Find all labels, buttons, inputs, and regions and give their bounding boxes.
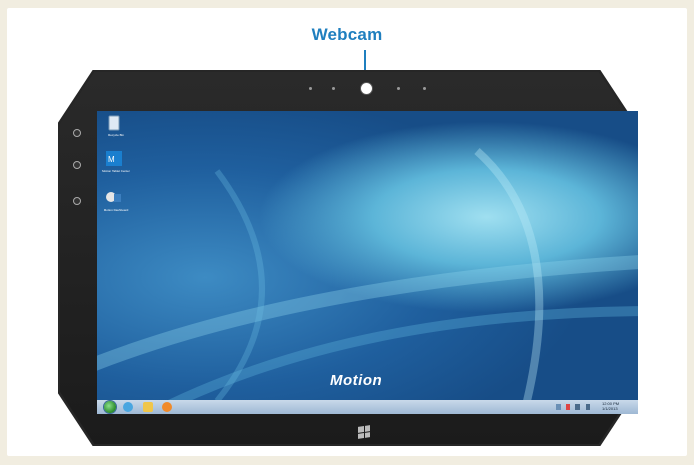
function-button[interactable] [73, 161, 81, 169]
svg-text:M: M [108, 155, 115, 164]
media-player-icon[interactable] [162, 402, 172, 412]
shortcut-icon[interactable] [103, 189, 125, 207]
desktop-screen: Recycle Bin M Motion Tablet Center Motio… [97, 111, 638, 414]
sensor-dot [397, 87, 400, 90]
tray-flag-icon[interactable] [566, 404, 570, 410]
windows-logo-pane [364, 425, 370, 432]
sensor-dot [309, 87, 312, 90]
sensor-dot [423, 87, 426, 90]
recycle-bin-icon[interactable] [103, 114, 125, 132]
windows-logo-pane [358, 432, 364, 439]
clock-date: 1/1/2013 [602, 406, 618, 411]
start-button[interactable] [104, 401, 116, 413]
tray-network-icon[interactable] [556, 404, 561, 410]
file-explorer-icon[interactable] [143, 402, 153, 412]
webcam-lens [361, 83, 372, 94]
windows-logo-pane [364, 431, 370, 438]
tray-volume-icon[interactable] [586, 404, 590, 410]
desktop-icon-label: Motion Dashboard [103, 208, 129, 212]
security-button[interactable] [73, 197, 81, 205]
sensor-dot [332, 87, 335, 90]
windows-logo-pane [358, 426, 364, 433]
desktop-icon-label: Recycle Bin [108, 133, 124, 137]
internet-explorer-icon[interactable] [123, 402, 133, 412]
desktop-icon-label: Motion Tablet Center [102, 169, 130, 173]
motion-brand-logo: Motion [330, 372, 383, 389]
power-button[interactable] [73, 129, 81, 137]
taskbar-clock[interactable]: 12:00 PM 1/1/2013 [602, 401, 619, 411]
motion-app-icon[interactable]: M [103, 150, 125, 168]
webcam-callout-label: Webcam [311, 25, 383, 44]
wallpaper-swirls [97, 148, 638, 414]
tray-battery-icon[interactable] [575, 404, 580, 410]
windows-button[interactable] [358, 425, 370, 439]
